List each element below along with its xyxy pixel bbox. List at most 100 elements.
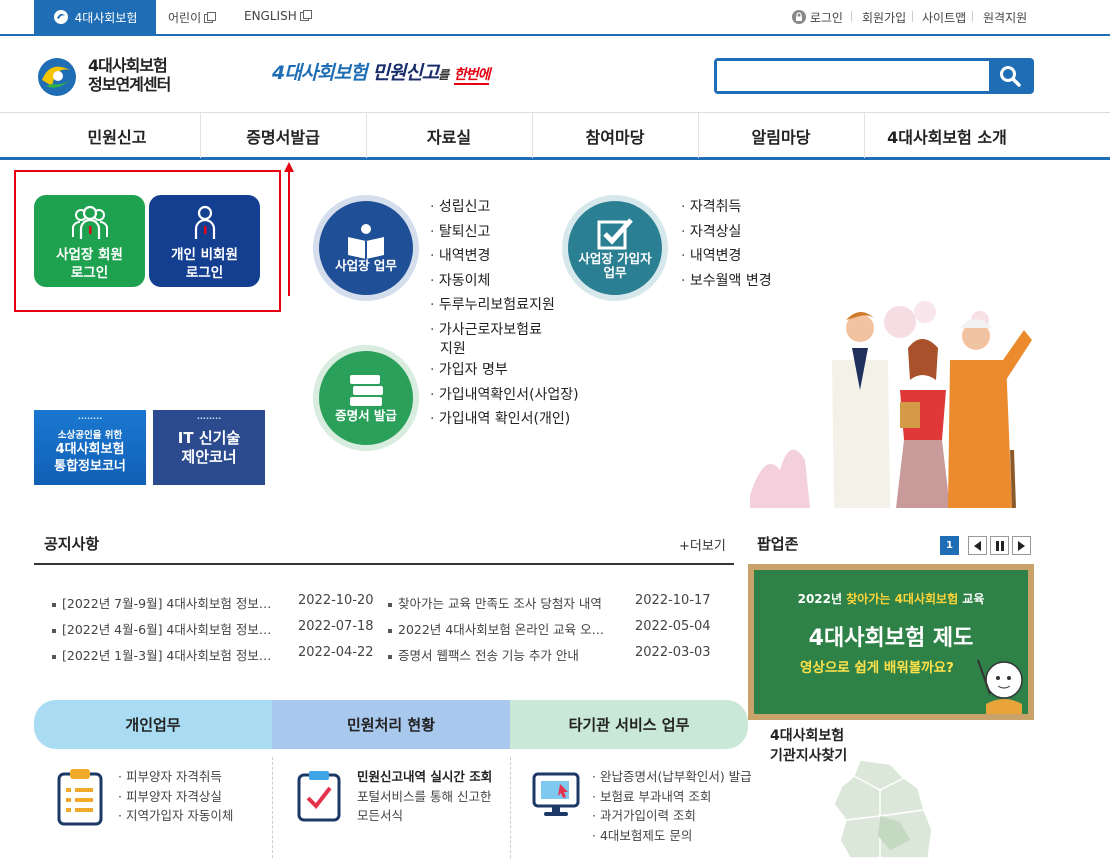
menu-qualification-acquire[interactable]: 자격취득 (681, 195, 772, 220)
nav-archive[interactable]: 자료실 (366, 113, 532, 158)
board-line1-a: 2022년 (797, 592, 847, 606)
company-login-line2: 로그인 (70, 265, 109, 281)
search-button[interactable] (989, 61, 1031, 91)
notice-item[interactable]: 증명서 웹팩스 전송 기능 추가 안내 (388, 645, 579, 664)
notice-more-link[interactable]: +더보기 (679, 535, 726, 554)
prev-icon (973, 540, 981, 551)
logo-line1: 4대사회보험 (88, 56, 168, 75)
notice-title: 공지사항 (44, 535, 100, 553)
popup-banner-education[interactable]: 2022년 찾아가는 4대사회보험 교육 4대사회보험 제도 영상으로 쉽게 배… (748, 564, 1034, 720)
popup-pause-button[interactable] (990, 536, 1009, 555)
small-business-banner[interactable]: ........ 소상공인을 위한 4대사회보험 통합정보코너 (34, 410, 146, 485)
menu-qualification-loss[interactable]: 자격상실 (681, 220, 772, 245)
tab-personal-work[interactable]: 개인업무 (34, 700, 272, 749)
svc-full-payment-cert[interactable]: 완납증명서(납부확인서) 발급 (592, 767, 752, 787)
sitemap-link[interactable]: 사이트맵 (922, 9, 966, 26)
menu-enroll-cert-personal[interactable]: 가입내역 확인서(개인) (430, 407, 579, 432)
tab-other-agency[interactable]: 타기관 서비스 업무 (510, 700, 748, 749)
certificate-circle[interactable]: 증명서 발급 (313, 345, 419, 451)
menu-sub-change-details[interactable]: 내역변경 (681, 244, 772, 269)
join-link[interactable]: 회원가입 (862, 9, 906, 26)
login-link[interactable]: 로그인 (792, 9, 843, 26)
certificate-list: 가입자 명부 가입내역확인서(사업장) 가입내역 확인서(개인) (430, 358, 579, 432)
company-login-button[interactable]: 사업장 회원 로그인 (34, 195, 145, 287)
notice-item-date: 2022-05-04 (635, 619, 711, 634)
subscriber-work-label1: 사업장 가입자 (578, 251, 652, 266)
notice-item[interactable]: [2022년 1월-3월] 4대사회보험 정보… (52, 645, 271, 664)
personal-login-line1: 개인 비회원 (171, 247, 238, 263)
notice-item-date: 2022-10-17 (635, 593, 711, 608)
logo-line2: 정보연계센터 (88, 75, 171, 94)
nav-participation[interactable]: 참여마당 (532, 113, 698, 158)
header: 4대사회보험 정보연계센터 4대사회보험 민원신고를 한번에 (0, 36, 1110, 112)
tab-4insurance[interactable]: 4대사회보험 (34, 0, 156, 34)
popup-next-button[interactable] (1012, 536, 1031, 555)
notice-item[interactable]: [2022년 4월-6월] 4대사회보험 정보… (52, 619, 271, 638)
popup-page-indicator[interactable]: 1 (940, 536, 959, 555)
slogan-part-a: 4대사회보험 (272, 62, 368, 84)
user-group-icon (71, 205, 108, 239)
other-agency-list: 완납증명서(납부확인서) 발급 보험료 부과내역 조회 과거가입이력 조회 4대… (592, 767, 752, 845)
book-reader-icon (348, 224, 384, 259)
personal-work-list: 피부양자 자격취득 피부양자 자격상실 지역가입자 자동이체 (118, 767, 233, 826)
svc-premium-history[interactable]: 보험료 부과내역 조회 (592, 787, 752, 807)
korea-map-icon[interactable] (820, 760, 940, 858)
notice-item[interactable]: [2022년 7월-9월] 4대사회보험 정보… (52, 593, 271, 612)
notice-item-text: [2022년 7월-9월] 4대사회보험 정보… (62, 596, 272, 611)
notice-item-date: 2022-10-20 (298, 593, 374, 608)
workers-illustration (750, 301, 1032, 508)
complaint-status-block[interactable]: 민원신고내역 실시간 조회 포털서비스를 통해 신고한 모든서식 (357, 767, 492, 826)
menu-enroll-cert-business[interactable]: 가입내역확인서(사업장) (430, 383, 579, 408)
menu-durunuri-support[interactable]: 두루누리보험료지원 (430, 293, 555, 318)
kids-link[interactable]: 어린이 (168, 9, 217, 26)
tab-4insurance-label: 4대사회보험 (74, 10, 138, 25)
logo-text: 4대사회보험 정보연계센터 (88, 56, 171, 94)
login-link-label: 로그인 (809, 11, 843, 25)
banner-small-line1: 소상공인을 위한 (57, 430, 123, 441)
svc-system-inquiry[interactable]: 4대보험제도 문의 (592, 826, 752, 846)
personal-login-button[interactable]: 개인 비회원 로그인 (149, 195, 260, 287)
nav-notice[interactable]: 알림마당 (698, 113, 864, 158)
lock-icon (792, 10, 806, 24)
annotation-arrow (284, 162, 294, 296)
banner-dots: ........ (196, 412, 222, 421)
notice-item[interactable]: 2022년 4대사회보험 온라인 교육 오… (388, 619, 604, 638)
svc-dependent-acquire[interactable]: 피부양자 자격취득 (118, 767, 233, 787)
svc-regional-auto-transfer[interactable]: 지역가입자 자동이체 (118, 806, 233, 826)
svc-past-enrollment[interactable]: 과거가입이력 조회 (592, 806, 752, 826)
english-link[interactable]: ENGLISH (244, 9, 312, 23)
search-icon (1000, 66, 1021, 87)
teacher-character-icon (977, 659, 1023, 714)
popup-prev-button[interactable] (968, 536, 987, 555)
banner-small-line3: 통합정보코너 (54, 459, 126, 474)
board-line3: 영상으로 쉽게 배워볼까요? (800, 660, 954, 676)
company-login-line1: 사업장 회원 (56, 247, 123, 263)
menu-withdraw-report[interactable]: 탈퇴신고 (430, 220, 555, 245)
notice-item-date: 2022-04-22 (298, 645, 374, 660)
menu-change-details[interactable]: 내역변경 (430, 244, 555, 269)
subscriber-work-label2: 업무 (603, 265, 627, 280)
remote-support-link[interactable]: 원격지원 (983, 9, 1027, 26)
business-work-circle[interactable]: 사업장 업무 (313, 195, 419, 301)
search-input[interactable] (717, 61, 987, 91)
menu-establish-report[interactable]: 성립신고 (430, 195, 555, 220)
subscriber-work-circle[interactable]: 사업장 가입자 업무 (562, 195, 668, 301)
tab-complaint-status[interactable]: 민원처리 현황 (272, 700, 510, 749)
nav-certificate[interactable]: 증명서발급 (200, 113, 366, 158)
menu-monthly-pay-change[interactable]: 보수월액 변경 (681, 269, 772, 294)
menu-auto-transfer[interactable]: 자동이체 (430, 269, 555, 294)
menu-subscriber-list[interactable]: 가입자 명부 (430, 358, 579, 383)
status-desc1: 포털서비스를 통해 신고한 (357, 788, 492, 804)
clipboard-icon (57, 769, 103, 826)
subscriber-work-list: 자격취득 자격상실 내역변경 보수월액 변경 (681, 195, 772, 293)
notice-item-date: 2022-03-03 (635, 645, 711, 660)
svc-dependent-loss[interactable]: 피부양자 자격상실 (118, 787, 233, 807)
main-navigation: 민원신고 증명서발급 자료실 참여마당 알림마당 4대사회보험 소개 (0, 112, 1110, 160)
banner-it-line2: 제안코너 (181, 448, 237, 466)
monitor-icon (532, 772, 580, 816)
nav-complaint[interactable]: 민원신고 (34, 113, 200, 158)
nav-about[interactable]: 4대사회보험 소개 (864, 113, 1030, 158)
notice-item[interactable]: 찾아가는 교육 만족도 조사 당첨자 내역 (388, 593, 602, 612)
branch-finder-line1: 4대사회보험 (770, 728, 845, 744)
it-proposal-banner[interactable]: ........ IT 신기술 제안코너 (153, 410, 265, 485)
